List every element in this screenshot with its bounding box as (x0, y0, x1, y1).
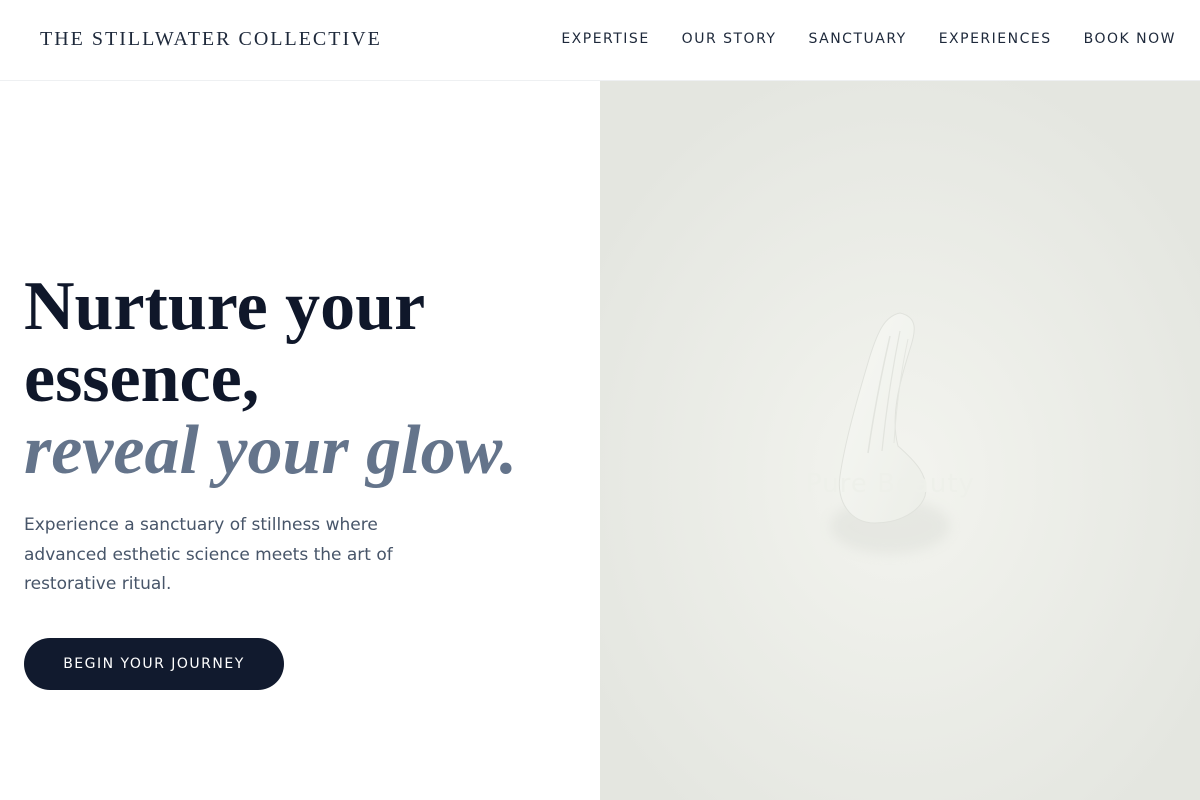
nav-item-expertise[interactable]: EXPERTISE (561, 31, 649, 47)
cream-swatch-image (600, 81, 1200, 800)
hero-image-panel: Pure Beauty (600, 81, 1200, 800)
hero-headline: Nurture your essence, reveal your glow. (24, 271, 594, 487)
main-nav: EXPERTISE OUR STORY SANCTUARY EXPERIENCE… (561, 31, 1176, 47)
nav-item-our-story[interactable]: OUR STORY (682, 31, 777, 47)
headline-line-1: Nurture your (24, 268, 426, 345)
site-header: THE STILLWATER COLLECTIVE EXPERTISE OUR … (0, 0, 1200, 81)
headline-accent: reveal your glow. (24, 412, 518, 489)
nav-item-book-now[interactable]: BOOK NOW (1084, 31, 1176, 47)
image-alt-text: Pure Beauty (806, 469, 975, 499)
nav-item-experiences[interactable]: EXPERIENCES (939, 31, 1052, 47)
hero-subtext: Experience a sanctuary of stillness wher… (24, 515, 393, 594)
begin-journey-button[interactable]: BEGIN YOUR JOURNEY (24, 638, 284, 690)
hero-content: Nurture your essence, reveal your glow. … (0, 81, 600, 800)
headline-line-2: essence, (24, 340, 260, 417)
brand-logo[interactable]: THE STILLWATER COLLECTIVE (40, 28, 382, 51)
nav-item-sanctuary[interactable]: SANCTUARY (808, 31, 906, 47)
